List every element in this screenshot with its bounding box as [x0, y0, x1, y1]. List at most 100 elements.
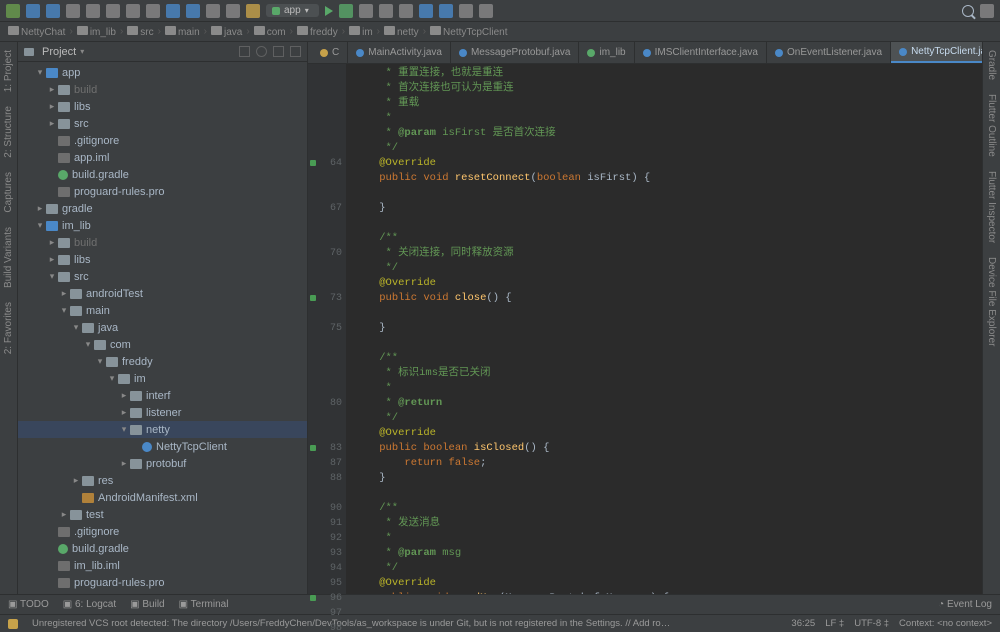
tree-folder[interactable]: ▾com: [18, 336, 307, 353]
save-icon[interactable]: [26, 4, 40, 18]
open-icon[interactable]: [6, 4, 20, 18]
profile-icon[interactable]: [359, 4, 373, 18]
expand-icon[interactable]: ▸: [36, 203, 44, 214]
bottom-tool-tab[interactable]: ▣ 6: Logcat: [63, 599, 116, 610]
breadcrumb-item[interactable]: im: [349, 26, 373, 38]
vcs-icon[interactable]: [186, 4, 200, 18]
tree-file[interactable]: .gitignore: [18, 523, 307, 540]
editor-gutter[interactable]: 6467707375808387889091929394959697989910…: [308, 64, 346, 632]
expand-icon[interactable]: ▾: [48, 271, 56, 282]
tree-folder[interactable]: ▸interf: [18, 387, 307, 404]
expand-icon[interactable]: ▸: [72, 475, 80, 486]
tree-file[interactable]: app.iml: [18, 149, 307, 166]
breadcrumb-item[interactable]: com: [254, 26, 286, 38]
tree-folder[interactable]: ▸listener: [18, 404, 307, 421]
cut-icon[interactable]: [106, 4, 120, 18]
sync-icon[interactable]: [46, 4, 60, 18]
tree-folder[interactable]: ▾main: [18, 302, 307, 319]
bottom-tool-tab[interactable]: ▣ Build: [130, 599, 164, 610]
settings-icon[interactable]: [479, 4, 493, 18]
paste-icon[interactable]: [146, 4, 160, 18]
copy-icon[interactable]: [126, 4, 140, 18]
tree-folder[interactable]: ▸gradle: [18, 200, 307, 217]
tree-folder[interactable]: ▸src: [18, 115, 307, 132]
tree-file[interactable]: NettyTcpClient: [18, 438, 307, 455]
editor-tab[interactable]: MainActivity.java: [348, 42, 451, 63]
tool-tab[interactable]: Device File Explorer: [986, 257, 997, 346]
redo-icon[interactable]: [86, 4, 100, 18]
line-separator[interactable]: LF ‡: [825, 618, 844, 629]
undo-icon[interactable]: [66, 4, 80, 18]
tree-folder[interactable]: ▸libs: [18, 98, 307, 115]
tree-folder[interactable]: ▾app: [18, 64, 307, 81]
bottom-tool-tab[interactable]: ◔ Event Log: [938, 599, 992, 610]
tree-file[interactable]: build.gradle: [18, 540, 307, 557]
breadcrumb-item[interactable]: main: [165, 26, 200, 38]
expand-icon[interactable]: ▸: [120, 458, 128, 469]
editor-tab[interactable]: C: [312, 42, 348, 63]
context-label[interactable]: Context: <no context>: [899, 618, 992, 629]
tree-folder[interactable]: ▸protobuf: [18, 455, 307, 472]
sdk-icon[interactable]: [439, 4, 453, 18]
tree-file[interactable]: AndroidManifest.xml: [18, 489, 307, 506]
avd-icon[interactable]: [419, 4, 433, 18]
find-icon[interactable]: [166, 4, 180, 18]
cursor-position[interactable]: 36:25: [791, 618, 815, 629]
expand-icon[interactable]: ▸: [48, 237, 56, 248]
tree-folder[interactable]: ▾freddy: [18, 353, 307, 370]
tree-folder[interactable]: ▸build: [18, 234, 307, 251]
stop-icon[interactable]: [399, 4, 413, 18]
editor-tab[interactable]: IMSClientInterface.java: [635, 42, 767, 63]
target-icon[interactable]: [256, 46, 267, 57]
project-tree[interactable]: ▾app▸build▸libs▸src.gitignoreapp.imlbuil…: [18, 62, 307, 594]
tool-tab[interactable]: Gradle: [986, 50, 997, 80]
editor-tab[interactable]: im_lib: [579, 42, 634, 63]
tree-folder[interactable]: ▾im: [18, 370, 307, 387]
structure-icon[interactable]: [459, 4, 473, 18]
breadcrumb-item[interactable]: src: [127, 26, 153, 38]
back-icon[interactable]: [206, 4, 220, 18]
breadcrumb-item[interactable]: freddy: [297, 26, 338, 38]
expand-icon[interactable]: ▾: [36, 220, 44, 231]
expand-icon[interactable]: ▾: [60, 305, 68, 316]
expand-icon[interactable]: ▸: [60, 509, 68, 520]
tool-tab[interactable]: 1: Project: [3, 50, 14, 92]
expand-icon[interactable]: ▾: [96, 356, 104, 367]
collapse-icon[interactable]: [239, 46, 250, 57]
breadcrumb-item[interactable]: NettyChat: [8, 26, 65, 38]
tool-tab[interactable]: 2: Favorites: [3, 302, 14, 354]
attach-icon[interactable]: [379, 4, 393, 18]
project-view-combo[interactable]: Project ▾: [24, 46, 84, 58]
run-config-select[interactable]: app ▾: [266, 4, 319, 17]
editor-tab[interactable]: MessageProtobuf.java: [451, 42, 580, 63]
breadcrumb-item[interactable]: java: [211, 26, 242, 38]
code-area[interactable]: * 重置连接，也就是重连 * 首次连接也可认为是重连 * 重载 * * @par…: [346, 64, 982, 632]
forward-icon[interactable]: [226, 4, 240, 18]
bottom-tool-tab[interactable]: ▣ Terminal: [179, 599, 229, 610]
expand-icon[interactable]: ▸: [120, 390, 128, 401]
expand-icon[interactable]: ▸: [48, 84, 56, 95]
tree-folder[interactable]: ▾src: [18, 268, 307, 285]
tree-folder[interactable]: ▾im_lib: [18, 217, 307, 234]
tool-tab[interactable]: Flutter Outline: [986, 94, 997, 157]
tree-folder[interactable]: ▾java: [18, 319, 307, 336]
tool-tab[interactable]: Build Variants: [3, 227, 14, 288]
tree-folder[interactable]: ▸libs: [18, 251, 307, 268]
expand-icon[interactable]: ▸: [48, 118, 56, 129]
tree-folder[interactable]: ▸androidTest: [18, 285, 307, 302]
run-icon[interactable]: [325, 6, 333, 16]
debug-icon[interactable]: [339, 4, 353, 18]
file-encoding[interactable]: UTF-8 ‡: [854, 618, 889, 629]
tree-file[interactable]: im_lib.iml: [18, 557, 307, 574]
tool-tab[interactable]: Flutter Inspector: [986, 171, 997, 243]
tree-file[interactable]: proguard-rules.pro: [18, 183, 307, 200]
expand-icon[interactable]: ▸: [48, 101, 56, 112]
tool-tab[interactable]: 2: Structure: [3, 106, 14, 158]
breadcrumb-item[interactable]: netty: [384, 26, 419, 38]
help-icon[interactable]: [980, 4, 994, 18]
expand-icon[interactable]: ▾: [120, 424, 128, 435]
expand-icon[interactable]: ▸: [60, 288, 68, 299]
breadcrumb-item[interactable]: NettyTcpClient: [430, 26, 507, 38]
gear-icon[interactable]: [273, 46, 284, 57]
expand-icon[interactable]: ▾: [36, 67, 44, 78]
